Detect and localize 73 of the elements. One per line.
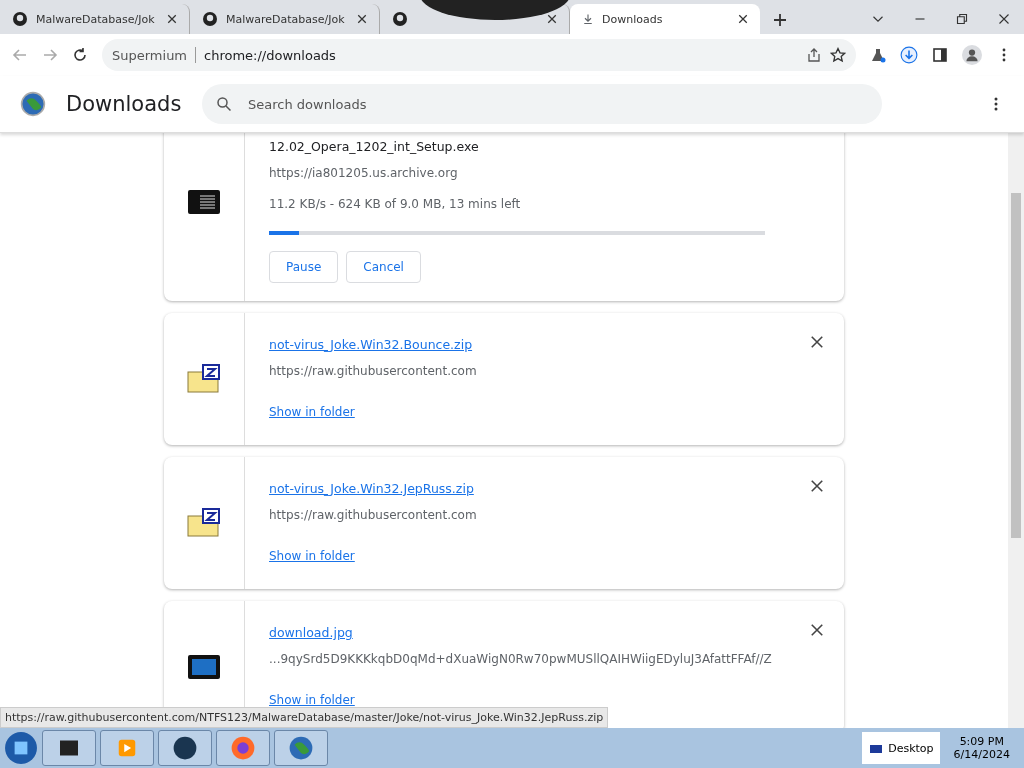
close-tab-button[interactable] xyxy=(357,14,367,24)
image-file-icon xyxy=(188,655,220,679)
pause-button[interactable]: Pause xyxy=(269,251,339,283)
download-icon xyxy=(900,46,918,64)
zip-folder-icon xyxy=(187,364,221,394)
close-icon xyxy=(810,335,824,349)
downloads-button[interactable] xyxy=(900,46,918,64)
cancel-button[interactable]: Cancel xyxy=(346,251,421,283)
close-icon xyxy=(998,13,1010,25)
search-icon xyxy=(216,96,232,112)
close-icon xyxy=(547,14,557,24)
close-icon xyxy=(357,14,367,24)
windows-orb-icon xyxy=(4,731,38,765)
forward-arrow-icon xyxy=(42,47,58,63)
reload-button[interactable] xyxy=(72,47,88,63)
search-field[interactable]: Search downloads xyxy=(246,95,868,113)
close-button[interactable] xyxy=(810,335,824,349)
address-bar[interactable]: Supermium chrome://downloads xyxy=(102,39,856,71)
close-button[interactable] xyxy=(810,479,824,493)
file-name-link[interactable]: not-virus_Joke.Win32.Bounce.zip xyxy=(269,335,473,355)
file-source: ...9qySrd5D9KKKkqbD0qMd+dXuaWigN0Rw70pwMUSllQAIHWiigEDyluJ3AfattFFAf//Z xyxy=(269,651,773,668)
side-panel-icon xyxy=(932,47,948,63)
globe-logo-icon xyxy=(20,91,46,117)
profile-button[interactable] xyxy=(962,45,982,65)
file-source: https://raw.githubusercontent.com xyxy=(269,507,478,524)
avatar-icon xyxy=(962,45,982,65)
show-in-folder-link[interactable]: Show in folder xyxy=(269,405,355,419)
clock-date: 6/14/2024 xyxy=(953,748,1010,761)
taskbar-app[interactable] xyxy=(158,730,212,766)
star-icon xyxy=(830,47,846,63)
reload-icon xyxy=(72,47,88,63)
close-icon xyxy=(167,14,177,24)
close-button[interactable] xyxy=(810,623,824,637)
close-icon xyxy=(810,623,824,637)
file-source: https://ia801205.us.archive.org xyxy=(269,165,459,182)
scrollbar-thumb[interactable] xyxy=(1011,193,1021,538)
show-in-folder-link[interactable]: Show in folder xyxy=(269,549,355,563)
globe-logo-icon xyxy=(288,735,314,761)
close-icon xyxy=(738,14,748,24)
file-source: https://raw.githubusercontent.com xyxy=(269,363,478,380)
new-tab-button[interactable] xyxy=(772,12,788,28)
restore-icon xyxy=(956,13,968,25)
file-name-link[interactable]: not-virus_Joke.Win32.JepRuss.zip xyxy=(269,479,474,499)
status-url: https://raw.githubusercontent.com/NTFS123/MalwareDatabase/master/Joke/not-virus_Joke.Win32.JepRuss.zip xyxy=(0,707,609,728)
side-panel-button[interactable] xyxy=(932,47,948,63)
close-icon xyxy=(810,479,824,493)
taskbar-app[interactable] xyxy=(42,730,96,766)
scrollbar[interactable] xyxy=(1008,133,1024,728)
clock-time: 5:09 PM xyxy=(959,735,1004,748)
browser-tab[interactable]: Downloads xyxy=(570,4,760,34)
zip-folder-icon xyxy=(187,508,221,538)
tray-label: Desktop xyxy=(888,741,934,755)
download-status: 11.2 KB/s - 624 KB of 9.0 MB, 13 mins left xyxy=(269,197,522,211)
share-icon xyxy=(806,47,822,63)
close-tab-button[interactable] xyxy=(167,14,177,24)
close-tab-button[interactable] xyxy=(738,14,748,24)
site-name: Supermium xyxy=(112,47,188,63)
file-window-icon xyxy=(188,190,220,214)
url-text: chrome://downloads xyxy=(204,47,336,63)
page-title: Downloads xyxy=(66,92,182,116)
plus-icon xyxy=(772,12,788,28)
start-button[interactable] xyxy=(4,731,38,765)
back-arrow-icon xyxy=(12,47,28,63)
close-window-button[interactable] xyxy=(998,13,1010,25)
media-player-icon xyxy=(116,737,138,759)
restore-button[interactable] xyxy=(956,13,968,25)
flask-button[interactable] xyxy=(870,47,886,63)
file-name-link[interactable]: download.jpg xyxy=(269,623,353,643)
show-in-folder-link[interactable]: Show in folder xyxy=(269,693,355,707)
flask-icon xyxy=(870,47,886,63)
file-name: 12.02_Opera_1202_int_Setup.exe xyxy=(269,138,480,156)
search-bar[interactable]: Search downloads xyxy=(202,84,882,124)
download-icon xyxy=(582,13,594,25)
